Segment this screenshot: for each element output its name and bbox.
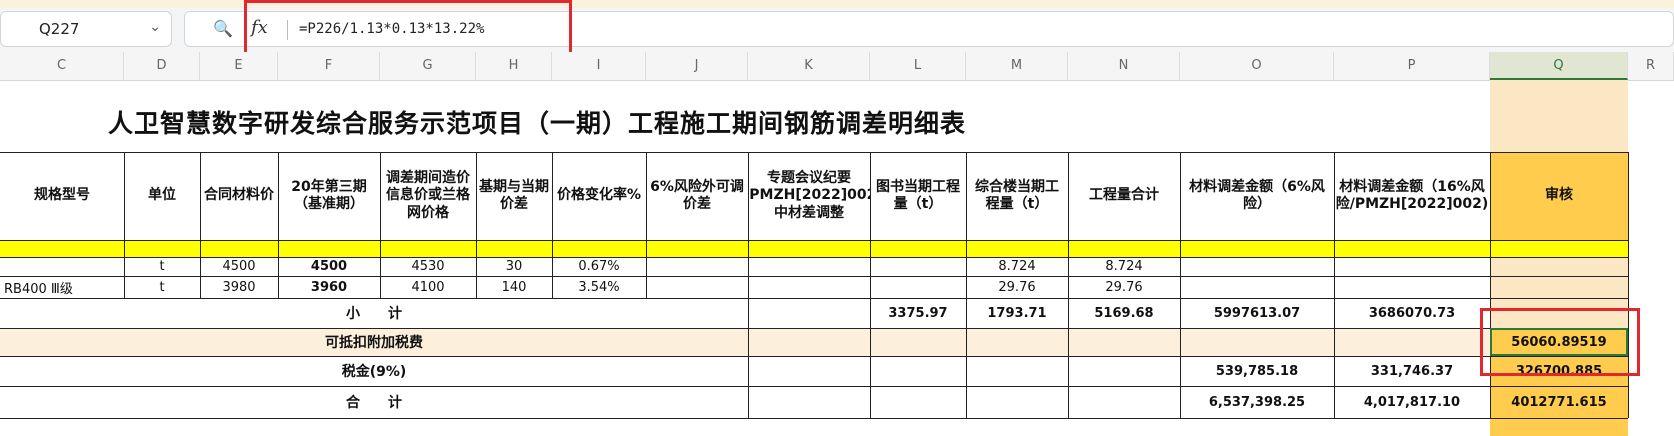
row-2-rate[interactable]: 3.54%	[552, 276, 646, 298]
header-base-period[interactable]: 20年第三期（基准期）	[278, 152, 380, 240]
yellow-row-audit-fill	[1490, 240, 1628, 257]
row-1-base[interactable]: 4500	[278, 257, 380, 276]
column-header-L[interactable]: L	[870, 52, 966, 80]
column-header-N[interactable]: N	[1068, 52, 1180, 80]
column-header-G[interactable]: G	[380, 52, 476, 80]
header-lib-qty[interactable]: 图书当期工程量（t）	[870, 152, 966, 240]
sheet-title: 人卫智慧数字研发综合服务示范项目（一期）工程施工期间钢筋调差明细表	[108, 109, 967, 138]
header-meeting[interactable]: 专题会议纪要（PMZH[2022]002)中材差调整	[748, 152, 870, 240]
column-header-Q[interactable]: Q	[1490, 52, 1628, 80]
header-amount6[interactable]: 材料调差金额（6%风险）	[1180, 152, 1334, 240]
column-header-K[interactable]: K	[748, 52, 870, 80]
subtotal-amount6[interactable]: 5997613.07	[1180, 298, 1334, 328]
header-audit[interactable]: 审核	[1490, 152, 1628, 240]
header-unit[interactable]: 单位	[124, 152, 200, 240]
column-header-H[interactable]: H	[476, 52, 552, 80]
row-1-contract[interactable]: 4500	[200, 257, 278, 276]
grid-line-h	[0, 276, 1628, 277]
grid-line-v	[380, 152, 381, 298]
grid-line-v	[1490, 152, 1491, 418]
row-1-spec[interactable]	[0, 257, 124, 276]
subtotal-amount16[interactable]: 3686070.73	[1334, 298, 1490, 328]
subtotal-total[interactable]: 5169.68	[1068, 298, 1180, 328]
subtotal-lib[interactable]: 3375.97	[870, 298, 966, 328]
header-adjust-price[interactable]: 调差期间造价信息价或兰格网价格	[380, 152, 476, 240]
row-2-unit[interactable]: t	[124, 276, 200, 298]
row-2-base[interactable]: 3960	[278, 276, 380, 298]
grid-line-v	[1180, 152, 1181, 418]
column-header-bar: CDEFGHIJKLMNOPQR	[0, 52, 1674, 81]
grid-line-h	[0, 257, 1628, 258]
grid-line-v	[646, 152, 647, 298]
selected-cell-outline	[1490, 328, 1628, 356]
zoom-icon[interactable]: 🔍	[213, 19, 233, 38]
yellow-row-fill	[0, 240, 1490, 257]
grid-line-v	[870, 152, 871, 418]
column-header-D[interactable]: D	[124, 52, 200, 80]
row-2-lib[interactable]	[870, 276, 966, 298]
header-spec[interactable]: 规格型号	[0, 152, 124, 240]
grid-line-h	[0, 418, 1628, 419]
subtotal-label[interactable]: 小 计	[0, 298, 748, 328]
row-2-complex[interactable]: 29.76	[966, 276, 1068, 298]
header-contract-price[interactable]: 合同材料价	[200, 152, 278, 240]
row-2-spec[interactable]: RB400 Ⅲ级	[0, 276, 124, 298]
cell-reference: Q227	[39, 20, 80, 38]
header-risk-diff[interactable]: 6%风险外可调价差	[646, 152, 748, 240]
column-header-P[interactable]: P	[1334, 52, 1490, 80]
row-1-adjust[interactable]: 4530	[380, 257, 476, 276]
row-1-total[interactable]: 8.724	[1068, 257, 1180, 276]
row-1-complex[interactable]: 8.724	[966, 257, 1068, 276]
grid-line-h	[0, 386, 1628, 387]
grid-line-v	[748, 152, 749, 418]
grid-line-h	[0, 240, 1628, 241]
row-2-adjust[interactable]: 4100	[380, 276, 476, 298]
grid-line-v	[200, 152, 201, 298]
row-2-diff[interactable]: 140	[476, 276, 552, 298]
tax-amount6[interactable]: 539,785.18	[1180, 356, 1334, 386]
header-change-rate[interactable]: 价格变化率%	[552, 152, 646, 240]
grid-line-v	[1068, 152, 1069, 418]
grid-line-v	[278, 152, 279, 298]
grid-line-v	[476, 152, 477, 298]
header-amount16[interactable]: 材料调差金额（16%风险/PMZH[2022]002)	[1334, 152, 1490, 240]
grid-line-v	[1334, 152, 1335, 418]
row-2-contract[interactable]: 3980	[200, 276, 278, 298]
column-header-M[interactable]: M	[966, 52, 1068, 80]
grid-line-v	[966, 152, 967, 418]
row-1-lib[interactable]	[870, 257, 966, 276]
deductible-label[interactable]: 可抵扣附加税费	[0, 328, 748, 356]
subtotal-complex[interactable]: 1793.71	[966, 298, 1068, 328]
header-complex-qty[interactable]: 综合楼当期工程量（t）	[966, 152, 1068, 240]
column-header-F[interactable]: F	[278, 52, 380, 80]
column-header-J[interactable]: J	[646, 52, 748, 80]
row-1-diff[interactable]: 30	[476, 257, 552, 276]
total-label[interactable]: 合 计	[0, 386, 748, 418]
header-qty-total[interactable]: 工程量合计	[1068, 152, 1180, 240]
grid-line-v	[552, 152, 553, 298]
row-2-total[interactable]: 29.76	[1068, 276, 1180, 298]
column-header-O[interactable]: O	[1180, 52, 1334, 80]
grid-line-h	[0, 356, 1628, 357]
column-header-E[interactable]: E	[200, 52, 278, 80]
chevron-down-icon[interactable]: ⌄	[149, 19, 161, 35]
row-1-unit[interactable]: t	[124, 257, 200, 276]
row-1-rate[interactable]: 0.67%	[552, 257, 646, 276]
name-box[interactable]: Q227 ⌄	[0, 11, 172, 47]
tax-amount16[interactable]: 331,746.37	[1334, 356, 1490, 386]
grid-line-h	[0, 328, 1628, 329]
total-amount6[interactable]: 6,537,398.25	[1180, 386, 1334, 418]
total-audit-value[interactable]: 4012771.615	[1490, 386, 1628, 418]
tax-label[interactable]: 税金(9%)	[0, 356, 748, 386]
grid-line-v	[124, 152, 125, 298]
grid-line-v	[1628, 152, 1629, 418]
grid-line-h	[0, 298, 1628, 299]
spreadsheet-grid: 人卫智慧数字研发综合服务示范项目（一期）工程施工期间钢筋调差明细表 规格型号 单位…	[0, 80, 1674, 436]
grid-line-h	[0, 152, 1628, 153]
total-amount16[interactable]: 4,017,817.10	[1334, 386, 1490, 418]
column-header-C[interactable]: C	[0, 52, 124, 80]
column-header-R[interactable]: R	[1628, 52, 1674, 80]
column-header-I[interactable]: I	[552, 52, 646, 80]
header-price-diff[interactable]: 基期与当期价差	[476, 152, 552, 240]
